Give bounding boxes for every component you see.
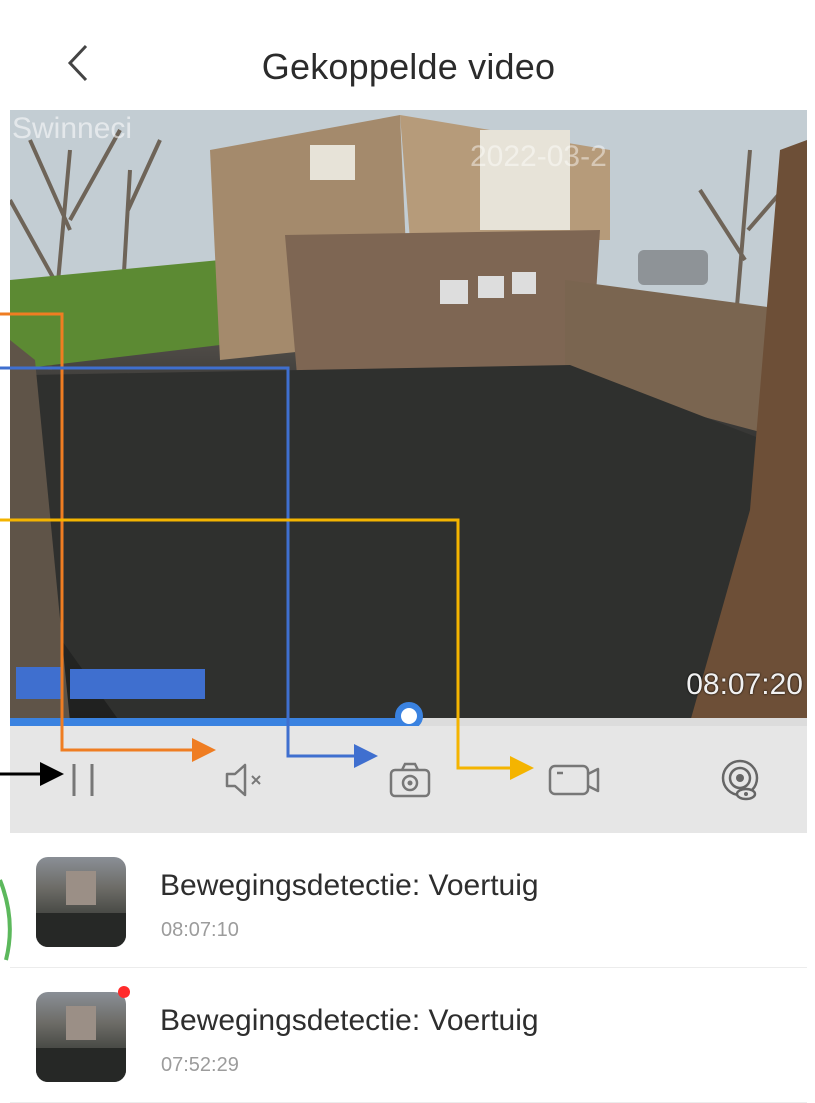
event-list: Bewegingsdetectie: Voertuig 08:07:10 Bew… <box>10 833 807 1103</box>
mute-button[interactable] <box>215 754 275 806</box>
watch-button[interactable] <box>710 754 770 806</box>
event-title: Bewegingsdetectie: Voertuig <box>160 869 539 902</box>
eye-target-icon <box>721 759 759 801</box>
camera-label: Swinneci <box>12 112 133 145</box>
pause-button[interactable] <box>53 754 113 806</box>
event-thumbnail <box>36 857 126 947</box>
speaker-muted-icon <box>225 763 261 797</box>
redaction-box <box>16 667 62 699</box>
event-time: 08:07:10 <box>161 919 239 941</box>
event-time: 07:52:29 <box>161 1054 239 1076</box>
top-bar: Gekoppelde video <box>10 10 807 110</box>
page-title: Gekoppelde video <box>261 46 556 87</box>
record-button[interactable] <box>545 754 605 806</box>
annotation-mark-green <box>0 879 12 961</box>
pause-icon <box>72 764 94 796</box>
redaction-box <box>70 669 205 699</box>
playback-progress[interactable] <box>10 702 807 730</box>
camera-icon <box>389 762 431 798</box>
date-overlay: 2022-03-2 <box>470 140 607 173</box>
event-title: Bewegingsdetectie: Voertuig <box>160 1004 539 1037</box>
playback-controls <box>10 726 807 833</box>
video-player[interactable]: Swinneci 2022-03-2 08:07:20 <box>10 110 807 722</box>
snapshot-button[interactable] <box>380 754 440 806</box>
unread-badge <box>118 986 130 998</box>
event-thumbnail <box>36 992 126 1082</box>
list-item[interactable]: Bewegingsdetectie: Voertuig 08:07:10 <box>10 833 807 968</box>
progress-fill <box>10 718 409 726</box>
video-camera-icon <box>548 764 600 796</box>
list-item[interactable]: Bewegingsdetectie: Voertuig 07:52:29 <box>10 968 807 1103</box>
video-frame <box>10 110 807 722</box>
video-timecode: 08:07:20 <box>686 668 803 701</box>
